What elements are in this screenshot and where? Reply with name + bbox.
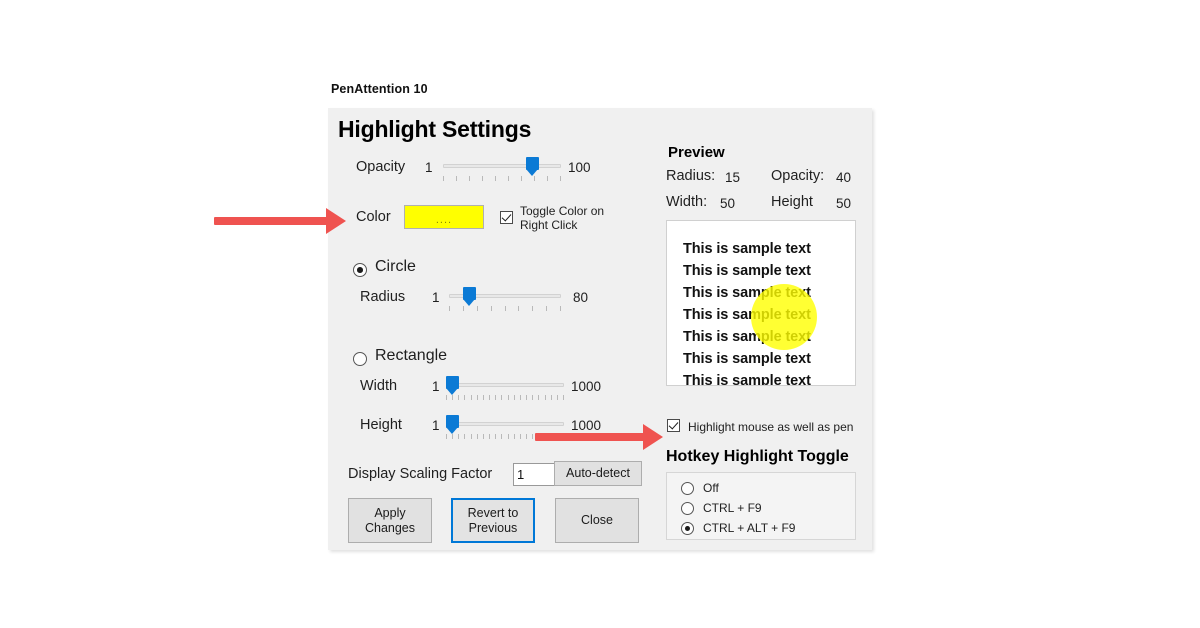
height-slider-track[interactable] (446, 422, 564, 426)
shape-radio-circle[interactable] (353, 263, 367, 277)
highlight-mouse-label: Highlight mouse as well as pen (688, 420, 854, 434)
color-label: Color (356, 209, 391, 225)
width-slider-thumb[interactable] (445, 376, 459, 395)
height-max-value: 1000 (571, 418, 602, 433)
preview-title: Preview (668, 144, 725, 161)
hotkey-option-label: CTRL + F9 (703, 501, 762, 515)
highlight-mouse-checkbox[interactable] (667, 419, 680, 432)
opacity-min-value: 1 (425, 160, 433, 175)
width-min-value: 1 (432, 379, 440, 394)
preview-sample-line: This is sample text (683, 351, 811, 367)
height-label: Height (360, 417, 402, 433)
opacity-slider-track[interactable] (443, 164, 561, 168)
preview-width-value: 50 (720, 196, 736, 211)
preview-opacity-label: Opacity: (771, 168, 825, 184)
preview-radius-label: Radius: (666, 168, 716, 184)
width-max-value: 1000 (571, 379, 602, 394)
page-title: Highlight Settings (338, 116, 532, 142)
preview-width-label: Width: (666, 194, 708, 210)
hotkey-option-label: CTRL + ALT + F9 (703, 521, 796, 535)
radius-slider-thumb[interactable] (463, 287, 477, 306)
preview-sample-line: This is sample text (683, 373, 811, 386)
opacity-slider[interactable] (443, 156, 561, 182)
width-slider[interactable] (445, 375, 564, 401)
preview-sample-line: This is sample text (683, 241, 811, 257)
width-slider-ticks (446, 395, 564, 401)
shape-rectangle-label: Rectangle (375, 347, 448, 364)
height-min-value: 1 (432, 418, 440, 433)
toggle-color-label-line2: Right Click (520, 218, 578, 232)
preview-sample-line: This is sample text (683, 263, 811, 279)
preview-highlight-circle (751, 284, 817, 350)
opacity-slider-ticks (443, 176, 561, 182)
hotkey-radio-ctrl-f9[interactable] (681, 502, 694, 515)
window-caption: PenAttention 10 (331, 82, 428, 96)
preview-opacity-value: 40 (836, 170, 852, 185)
preview-height-value: 50 (836, 196, 852, 211)
width-label: Width (360, 378, 398, 394)
radius-max-value: 80 (573, 290, 589, 305)
revert-to-previous-button[interactable]: Revert to Previous (451, 498, 535, 543)
radius-slider-ticks (449, 306, 561, 312)
opacity-label: Opacity (356, 159, 406, 175)
preview-radius-value: 15 (725, 170, 741, 185)
width-slider-track[interactable] (446, 383, 564, 387)
opacity-slider-thumb[interactable] (525, 157, 539, 176)
radius-min-value: 1 (432, 290, 440, 305)
hotkey-options-group: Off CTRL + F9 CTRL + ALT + F9 (666, 472, 856, 540)
hotkey-radio-off[interactable] (681, 482, 694, 495)
display-scaling-factor-input[interactable] (513, 463, 556, 486)
height-slider-thumb[interactable] (445, 415, 459, 434)
opacity-max-value: 100 (568, 160, 591, 175)
preview-height-label: Height (771, 194, 813, 210)
hotkey-radio-ctrl-alt-f9[interactable] (681, 522, 694, 535)
color-ellipsis-label: .... (435, 214, 453, 226)
toggle-color-label-line1: Toggle Color on (520, 204, 605, 218)
display-scaling-factor-label: Display Scaling Factor (348, 466, 493, 482)
hotkey-section-title: Hotkey Highlight Toggle (666, 448, 849, 465)
hotkey-option-label: Off (703, 481, 719, 495)
shape-radio-rectangle[interactable] (353, 352, 367, 366)
radius-label: Radius (360, 289, 406, 305)
toggle-color-on-right-click-checkbox[interactable] (500, 211, 513, 224)
radius-slider[interactable] (449, 286, 561, 312)
apply-changes-button[interactable]: Apply Changes (348, 498, 432, 543)
preview-box: This is sample text This is sample text … (666, 220, 856, 386)
auto-detect-button[interactable]: Auto-detect (554, 461, 642, 486)
shape-circle-label: Circle (375, 258, 416, 275)
color-swatch-button[interactable]: .... (404, 205, 484, 229)
penattention-settings-window: Highlight Settings Opacity 1 100 Color .… (328, 108, 872, 550)
close-button[interactable]: Close (555, 498, 639, 543)
